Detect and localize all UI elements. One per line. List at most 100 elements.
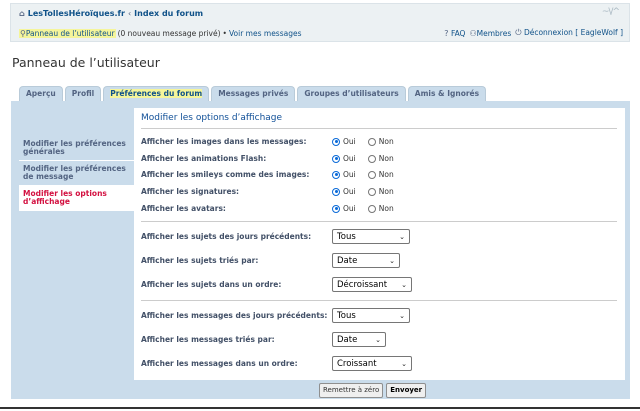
radio-no[interactable] [367,154,376,163]
option-label: Afficher les sujets triés par: [141,255,259,265]
faq-link[interactable]: ? FAQ [444,29,465,38]
divider [141,221,617,222]
radio-yes-label: Oui [343,137,356,146]
navbar: ⌂ LesTollesHéroïques.fr ‹ Index du forum… [10,3,630,42]
page-title: Panneau de l’utilisateur [12,55,160,70]
radio-no[interactable] [367,137,376,146]
option-row-post-days: Afficher les messages des jours précéden… [141,308,410,323]
radio-group: Oui Non [332,170,394,179]
option-row-topic-order: Afficher les sujets dans un ordre: Décro… [141,277,412,292]
chevron-down-icon: ⌄ [399,311,405,320]
sidebar-item-post-prefs[interactable]: Modifier les préférences de message [19,161,134,186]
tab-profile[interactable]: Profil [64,86,102,101]
option-row-post-order: Afficher les messages dans un ordre: Cro… [141,356,412,371]
site-name-link[interactable]: LesTollesHéroïques.fr [28,9,125,18]
home-icon[interactable]: ⌂ [19,9,25,18]
option-row-images: Afficher les images dans les messages: O… [141,137,394,146]
select-value: Tous [337,310,356,321]
tab-board-preferences-label: Préférences du forum [110,89,203,98]
divider [141,128,617,129]
option-row-smilies: Afficher les smileys comme des images: O… [141,170,394,179]
chevron-down-icon: ⌄ [389,256,395,265]
radio-no[interactable] [367,170,376,179]
radio-group: Oui Non [332,187,394,196]
reset-button[interactable]: Remettre à zéro [319,383,384,398]
topic-days-select[interactable]: Tous ⌄ [332,229,410,244]
select-value: Décroissant [337,279,388,290]
option-label: Afficher les images dans les messages: [141,136,307,146]
tab-private-messages[interactable]: Messages privés [211,86,296,101]
submit-button[interactable]: Envoyer [386,383,427,398]
chevron-down-icon: ⌄ [375,335,381,344]
tab-overview[interactable]: Aperçu [19,86,63,101]
option-label: Afficher les animations Flash: [141,153,267,163]
option-label: Afficher les messages triés par: [141,334,275,344]
radio-yes-label: Oui [343,154,356,163]
form-buttons: Remettre à zéro Envoyer [319,383,427,398]
option-row-topic-days: Afficher les sujets des jours précédents… [141,229,410,244]
post-days-select[interactable]: Tous ⌄ [332,308,410,323]
radio-yes[interactable] [332,154,340,163]
option-label: Afficher les smileys comme des images: [141,169,310,179]
tab-friends-foes[interactable]: Amis & Ignorés [407,86,487,101]
new-messages-count: (0 nouveau message privé) [117,28,221,38]
user-panel-link[interactable]: ⚲Panneau de l’utilisateur [19,28,116,38]
members-label: Membres [476,28,512,38]
option-row-signatures: Afficher les signatures: Oui Non [141,187,394,196]
chevron-down-icon: ⌄ [401,280,407,289]
chevron-down-icon: ⌄ [401,359,407,368]
tab-usergroups[interactable]: Groupes d’utilisateurs [297,86,406,101]
post-order-select[interactable]: Croissant ⌄ [332,356,412,371]
breadcrumb: ⌂ LesTollesHéroïques.fr ‹ Index du forum [19,9,203,18]
radio-group: Oui Non [332,204,394,213]
user-panel-label: Panneau de l’utilisateur [25,28,115,38]
option-label: Afficher les messages des jours précéden… [141,310,328,320]
radio-yes-label: Oui [343,204,356,213]
sidebar-item-view-options[interactable]: Modifier les options d’affichage [19,186,134,211]
topic-order-select[interactable]: Décroissant ⌄ [332,277,412,292]
radio-no-label: Non [378,204,394,213]
power-icon: ⏻ [515,28,522,37]
radio-no-label: Non [378,170,394,179]
ucp-tabs: Aperçu Profil Préférences du forum Messa… [19,86,487,101]
members-link[interactable]: ⚇Membres [469,29,511,38]
option-row-post-sort: Afficher les messages triés par: Date ⌄ [141,332,386,347]
logout-label: Déconnexion [ EagleWolf ] [523,28,623,37]
radio-no-label: Non [378,137,394,146]
radio-yes[interactable] [332,187,340,196]
select-value: Date [337,334,358,345]
radio-group: Oui Non [332,137,394,146]
select-value: Date [337,255,358,266]
members-icon: ⚇ [469,28,477,38]
forum-index-link[interactable]: Index du forum [134,9,203,18]
page-bottom-border [0,407,640,409]
radio-no[interactable] [367,187,376,196]
logout-link[interactable]: ⏻ Déconnexion [ EagleWolf ] [515,28,623,38]
post-sort-select[interactable]: Date ⌄ [332,332,386,347]
radio-yes[interactable] [332,137,340,146]
site-logo-icon: ~\/^ [601,7,620,17]
help-icon: ? [444,28,449,38]
sidebar: Modifier les préférences générales Modif… [19,136,134,211]
topic-sort-select[interactable]: Date ⌄ [332,253,400,268]
faq-label: FAQ [450,28,466,38]
option-row-flash: Afficher les animations Flash: Oui Non [141,154,394,163]
divider [141,300,617,301]
radio-group: Oui Non [332,154,394,163]
radio-yes[interactable] [332,204,340,213]
option-label: Afficher les sujets des jours précédents… [141,231,312,241]
view-messages-link[interactable]: Voir mes messages [229,29,302,38]
breadcrumb-separator: ‹ [127,9,132,18]
radio-no-label: Non [378,187,394,196]
option-label: Afficher les messages dans un ordre: [141,358,298,368]
option-row-avatars: Afficher les avatars: Oui Non [141,204,394,213]
sidebar-item-global-prefs[interactable]: Modifier les préférences générales [19,136,134,161]
radio-yes[interactable] [332,170,340,179]
option-label: Afficher les sujets dans un ordre: [141,279,282,289]
select-value: Tous [337,231,356,242]
radio-no-label: Non [378,154,394,163]
radio-yes-label: Oui [343,170,356,179]
radio-no[interactable] [367,204,376,213]
chevron-down-icon: ⌄ [399,232,405,241]
tab-board-preferences[interactable]: Préférences du forum [103,86,210,101]
